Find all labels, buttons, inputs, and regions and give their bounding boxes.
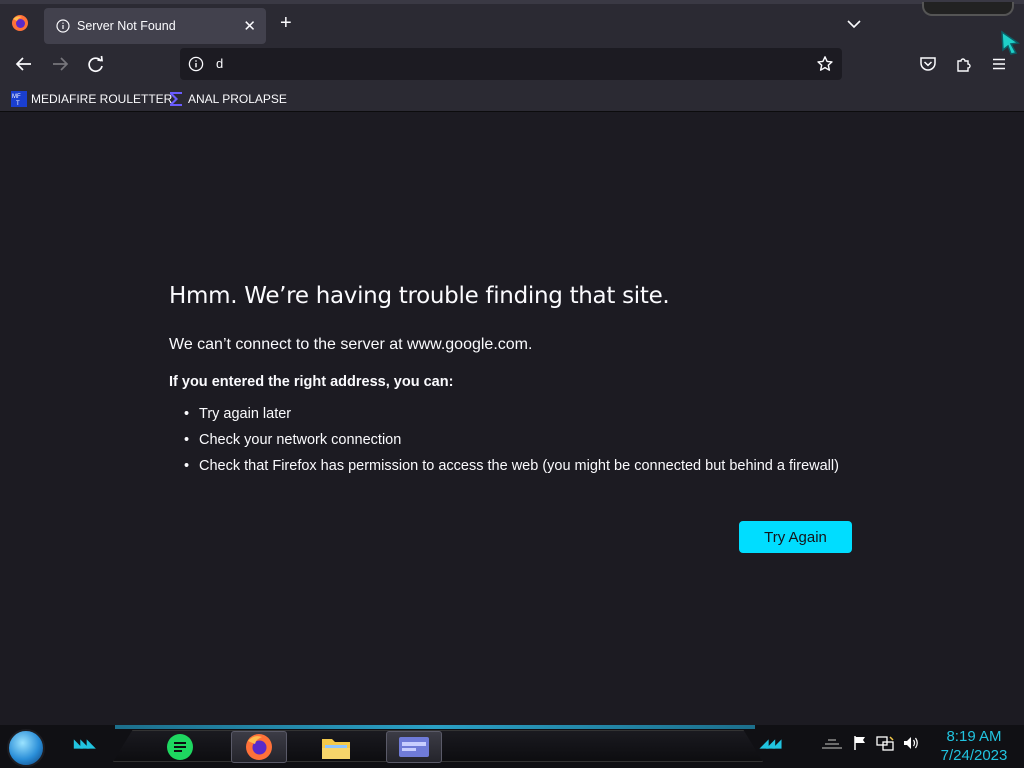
taskbar-notes-app[interactable] (152, 731, 208, 763)
mediafire-favicon-icon: MF T (11, 91, 27, 107)
forward-arrow-icon[interactable] (49, 54, 71, 74)
taskbar-file-explorer[interactable] (308, 731, 364, 763)
chevron-decoration-icon: ◣◣◣ (74, 738, 95, 750)
firefox-icon (246, 734, 272, 760)
url-input[interactable]: d (216, 56, 223, 71)
mouse-cursor-icon (1001, 30, 1021, 55)
suggestions-list: Try again later Check your network conne… (169, 406, 869, 474)
bookmark-star-icon[interactable] (816, 55, 834, 73)
error-message: We can’t connect to the server at www.go… (169, 336, 533, 353)
notes-app-icon (167, 734, 193, 760)
svg-text:MF: MF (12, 94, 21, 100)
bookmark-label: ANAL PROLAPSE (188, 92, 287, 106)
hamburger-menu-icon[interactable] (991, 56, 1007, 72)
tab-close-icon[interactable]: ✕ (243, 17, 256, 35)
back-arrow-icon[interactable] (13, 54, 35, 74)
navigation-toolbar: d (0, 44, 1024, 84)
error-container: Hmm. We’re having trouble finding that s… (169, 283, 869, 484)
folder-icon (322, 739, 350, 759)
clock-date: 7/24/2023 (940, 747, 1008, 764)
list-item: Try again later (169, 406, 869, 422)
url-bar[interactable]: d (180, 48, 842, 80)
bookmark-mediafire-roulette[interactable]: MF T MEDIAFIRE ROULETTER (11, 90, 172, 108)
error-title: Hmm. We’re having trouble finding that s… (169, 283, 670, 309)
svg-text:T: T (16, 101, 20, 107)
volume-icon[interactable] (902, 735, 920, 751)
clock-time: 8:19 AM (946, 728, 1002, 745)
info-icon (56, 19, 70, 33)
window-app-icon (399, 737, 429, 757)
list-all-tabs-chevron-down-icon[interactable] (846, 16, 862, 32)
reload-icon[interactable] (85, 54, 107, 74)
bookmarks-toolbar: MF T MEDIAFIRE ROULETTER ANAL PROLAPSE (0, 84, 1024, 112)
start-orb-button[interactable] (7, 729, 45, 767)
extensions-puzzle-icon[interactable] (955, 55, 973, 73)
suggestions-heading: If you entered the right address, you ca… (169, 374, 454, 390)
network-icon[interactable] (876, 735, 894, 751)
chevron-decoration-icon: ◢◢◢ (760, 738, 781, 750)
tab-strip: Server Not Found ✕ + (0, 0, 1024, 44)
firefox-menu-icon[interactable] (10, 13, 30, 33)
window-decoration (922, 2, 1014, 16)
pocket-icon[interactable] (919, 55, 937, 73)
taskbar-firefox[interactable] (231, 731, 287, 763)
system-tray (820, 735, 920, 751)
show-hidden-icons-icon[interactable] (820, 736, 844, 750)
tab-title: Server Not Found (77, 19, 176, 33)
try-again-button[interactable]: Try Again (739, 521, 852, 553)
taskbar-accent-line (115, 725, 755, 729)
taskbar-clock[interactable]: 8:19 AM 7/24/2023 (934, 727, 1014, 765)
sigma-favicon-icon (170, 92, 182, 106)
list-item: Check your network connection (169, 432, 869, 448)
bookmark-anal-prolapse[interactable]: ANAL PROLAPSE (168, 90, 287, 108)
site-info-icon[interactable] (188, 56, 204, 72)
list-item: Check that Firefox has permission to acc… (169, 458, 869, 474)
page-content: Hmm. We’re having trouble finding that s… (0, 113, 1024, 725)
bookmark-label: MEDIAFIRE ROULETTER (31, 92, 173, 106)
taskbar-window-app[interactable] (386, 731, 442, 763)
new-tab-button[interactable]: + (280, 12, 292, 35)
action-center-flag-icon[interactable] (852, 735, 868, 751)
tab-server-not-found[interactable]: Server Not Found ✕ (44, 8, 266, 44)
taskbar: ◣◣◣ ◢◢◢ 8:19 AM 7/24/2023 (0, 725, 1024, 768)
